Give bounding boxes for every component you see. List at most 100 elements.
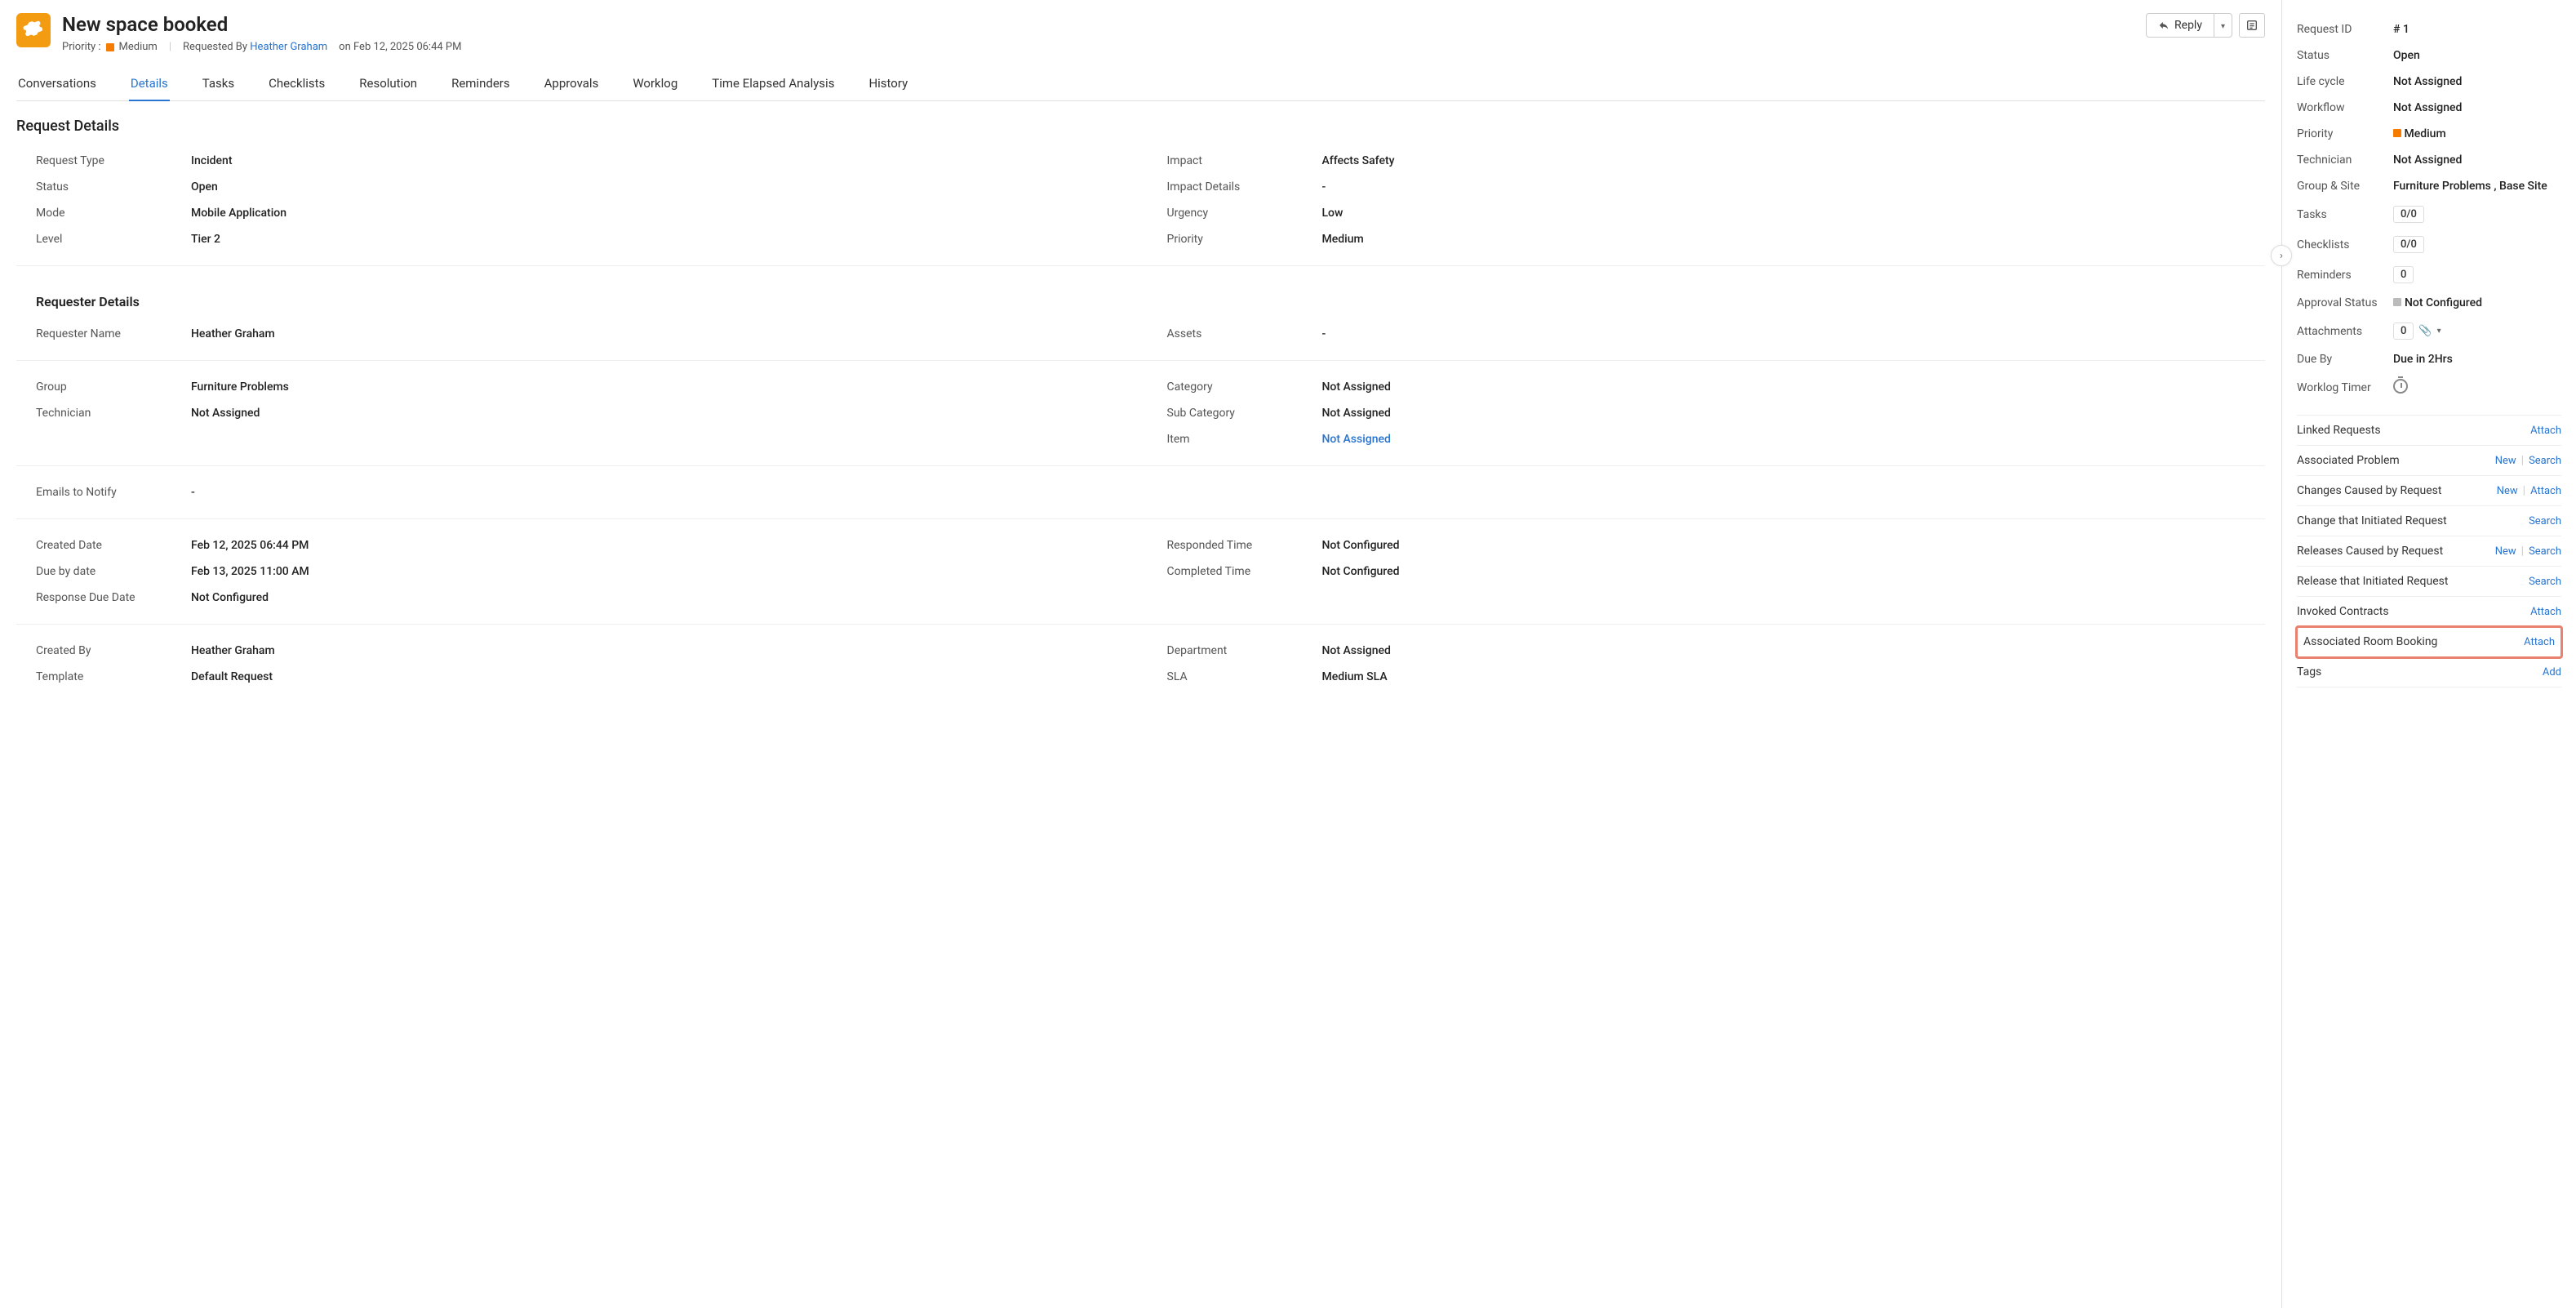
detail-row: SLAMedium SLA (1167, 664, 2266, 690)
action-attach[interactable]: Attach (2530, 425, 2561, 437)
detail-value: Low (1322, 207, 1344, 220)
detail-value: Not Assigned (191, 407, 260, 420)
detail-row: Emails to Notify- (36, 479, 1135, 505)
chevron-right-icon: › (2280, 250, 2283, 262)
tab-reminders[interactable]: Reminders (450, 68, 512, 100)
paperclip-icon[interactable]: 📎 (2418, 325, 2432, 337)
tab-history[interactable]: History (867, 68, 909, 100)
linked-actions: Add (2543, 666, 2561, 678)
linked-row-release-that-initiated-request: Release that Initiated RequestSearch (2297, 567, 2561, 597)
sidebar-label: Reminders (2297, 269, 2393, 282)
reply-dropdown[interactable]: ▾ (2214, 14, 2232, 37)
detail-label: Sub Category (1167, 407, 1322, 420)
action-search[interactable]: Search (2529, 455, 2561, 467)
action-attach[interactable]: Attach (2530, 485, 2561, 497)
linked-label: Change that Initiated Request (2297, 514, 2447, 527)
reply-button[interactable]: Reply (2147, 14, 2214, 37)
action-new[interactable]: New (2495, 545, 2516, 558)
detail-label: Completed Time (1167, 565, 1322, 578)
sidebar-field-attachments: Attachments0📎▾ (2297, 316, 2561, 346)
count-badge: 0/0 (2393, 206, 2424, 223)
detail-label: Template (36, 670, 191, 683)
tab-worklog[interactable]: Worklog (631, 68, 679, 100)
sidebar: › Request ID# 1StatusOpenLife cycleNot A… (2282, 0, 2576, 1308)
detail-label: Level (36, 233, 191, 246)
tabs: Conversations Details Tasks Checklists Resol… (16, 68, 2265, 101)
detail-row: ModeMobile Application (36, 200, 1135, 226)
requested-by: Requested By Heather Graham (183, 41, 327, 53)
linked-row-linked-requests: Linked RequestsAttach (2297, 415, 2561, 446)
sidebar-label: Approval Status (2297, 296, 2393, 309)
action-new[interactable]: New (2497, 485, 2518, 497)
detail-row: GroupFurniture Problems (36, 374, 1135, 400)
detail-label: Responded Time (1167, 539, 1322, 552)
sidebar-field-technician: TechnicianNot Assigned (2297, 147, 2561, 173)
linked-label: Associated Room Booking (2303, 635, 2437, 648)
linked-row-tags: Tags Add (2297, 657, 2561, 687)
action-search[interactable]: Search (2529, 545, 2561, 558)
ticket-icon (16, 13, 51, 47)
action-attach[interactable]: Attach (2530, 606, 2561, 618)
detail-row: TechnicianNot Assigned (36, 400, 1135, 426)
action-search[interactable]: Search (2529, 515, 2561, 527)
detail-label: Category (1167, 380, 1322, 394)
detail-label: Emails to Notify (36, 486, 191, 499)
requested-on: on Feb 12, 2025 06:44 PM (339, 41, 461, 53)
sidebar-value: Not Assigned (2393, 75, 2462, 88)
detail-row: Requester NameHeather Graham (36, 321, 1135, 347)
detail-row: Due by dateFeb 13, 2025 11:00 AM (36, 558, 1135, 585)
requester-link[interactable]: Heather Graham (250, 41, 327, 53)
detail-label: Impact (1167, 154, 1322, 167)
tab-details[interactable]: Details (129, 68, 170, 100)
chevron-down-icon[interactable]: ▾ (2437, 327, 2441, 336)
detail-value: Default Request (191, 670, 273, 683)
detail-value: Feb 13, 2025 11:00 AM (191, 565, 309, 578)
sidebar-collapse[interactable]: › (2271, 245, 2292, 266)
detail-row: TemplateDefault Request (36, 664, 1135, 690)
linked-label: Tags (2297, 665, 2321, 678)
detail-row: Request TypeIncident (36, 148, 1135, 174)
action-new[interactable]: New (2495, 455, 2516, 467)
detail-row: ImpactAffects Safety (1167, 148, 2266, 174)
sidebar-field-request-id: Request ID# 1 (2297, 16, 2561, 42)
action-add[interactable]: Add (2543, 666, 2561, 678)
tab-resolution[interactable]: Resolution (358, 68, 419, 100)
tab-time-elapsed-analysis[interactable]: Time Elapsed Analysis (710, 68, 836, 100)
linked-label: Releases Caused by Request (2297, 545, 2443, 558)
tab-approvals[interactable]: Approvals (543, 68, 601, 100)
detail-value: Heather Graham (191, 644, 275, 657)
sidebar-label: Life cycle (2297, 75, 2393, 88)
detail-label: Technician (36, 407, 191, 420)
detail-value: Furniture Problems (191, 380, 289, 394)
detail-label: Group (36, 380, 191, 394)
detail-label: Requester Name (36, 327, 191, 340)
sidebar-value: 0 (2393, 266, 2414, 283)
detail-row: Created ByHeather Graham (36, 638, 1135, 664)
detail-label: SLA (1167, 670, 1322, 683)
sidebar-field-reminders: Reminders0 (2297, 260, 2561, 290)
detail-label: Due by date (36, 565, 191, 578)
timer-icon[interactable] (2393, 379, 2408, 394)
detail-value[interactable]: Not Assigned (1322, 433, 1391, 446)
section-request-details: Request Details (16, 118, 2265, 135)
detail-row: Created DateFeb 12, 2025 06:44 PM (36, 532, 1135, 558)
action-attach[interactable]: Attach (2524, 636, 2555, 648)
linked-row-change-that-initiated-request: Change that Initiated Request Search (2297, 506, 2561, 536)
tab-tasks[interactable]: Tasks (201, 68, 236, 100)
sidebar-value: 0/0 (2393, 236, 2424, 253)
sidebar-label: Technician (2297, 153, 2393, 167)
tab-checklists[interactable]: Checklists (267, 68, 326, 100)
priority-indicator: Priority : Medium (62, 41, 158, 53)
detail-label: Mode (36, 207, 191, 220)
action-search[interactable]: Search (2529, 576, 2561, 588)
notes-button[interactable] (2239, 13, 2265, 38)
detail-label: Response Due Date (36, 591, 191, 604)
detail-label: Status (36, 180, 191, 194)
tab-conversations[interactable]: Conversations (16, 68, 98, 100)
linked-actions: Attach (2530, 606, 2561, 618)
linked-row-associated-room-booking: Associated Room Booking Attach (2297, 627, 2561, 657)
sidebar-value: # 1 (2393, 23, 2409, 36)
detail-row: Impact Details- (1167, 174, 2266, 200)
detail-label: Request Type (36, 154, 191, 167)
detail-label: Created By (36, 644, 191, 657)
